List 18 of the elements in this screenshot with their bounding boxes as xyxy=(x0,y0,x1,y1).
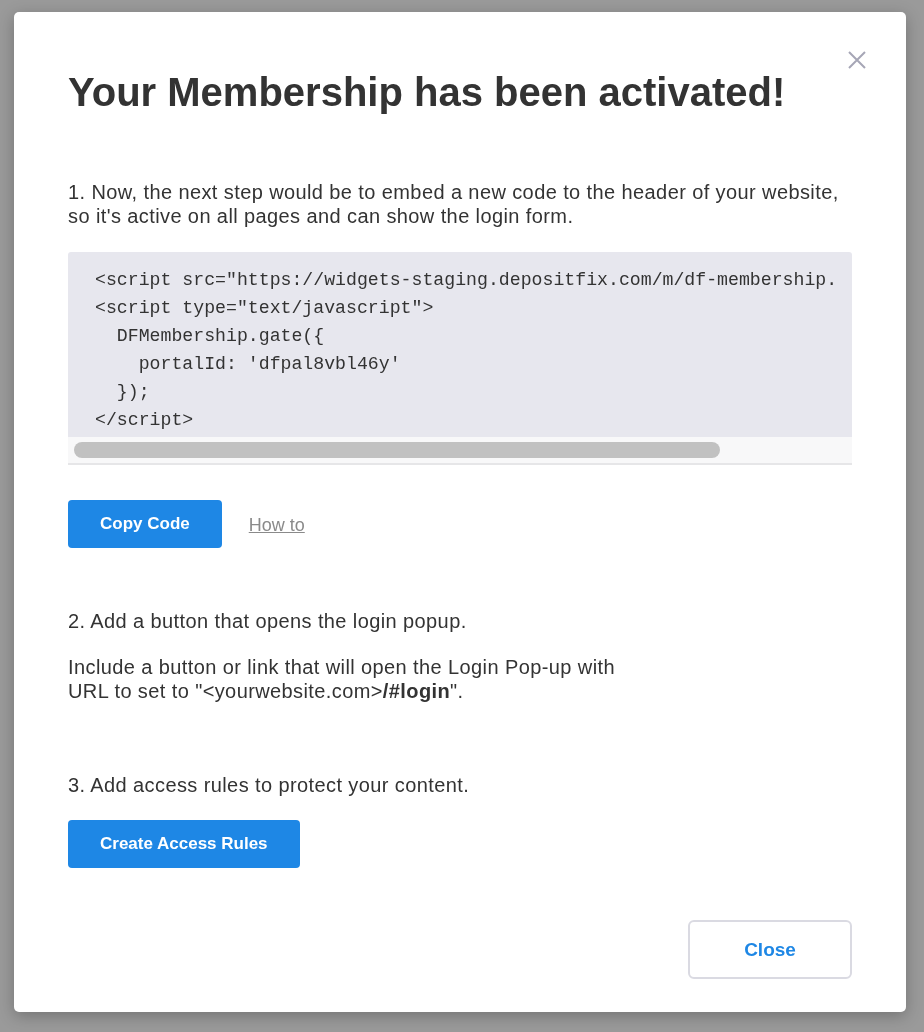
dialog-title: Your Membership has been activated! xyxy=(68,69,786,115)
step-text: 3. Add access rules to protect your content. xyxy=(68,773,470,797)
instruction-text: Include a button or link that will open the Login Pop-up with URL to set to "<yourwebsite.com>/#login". xyxy=(68,655,616,703)
code-line: </script> xyxy=(95,409,194,432)
close-button[interactable]: Close xyxy=(688,920,852,979)
scrollbar-thumb[interactable] xyxy=(74,442,720,458)
step-text: 2. Add a button that opens the login popup. xyxy=(68,609,467,633)
code-line: }); xyxy=(115,381,150,404)
how-to-link[interactable]: How to xyxy=(248,514,305,536)
create-access-rules-button[interactable]: Create Access Rules xyxy=(68,820,300,868)
code-line: <script src="https://widgets-staging.depositfix.com/m/df-membership. xyxy=(95,269,838,292)
scrollbar-track[interactable] xyxy=(68,437,852,465)
copy-code-button[interactable]: Copy Code xyxy=(68,500,222,548)
code-line: portalId: 'dfpal8vbl46y' xyxy=(137,353,401,376)
code-line: DFMembership.gate({ xyxy=(115,325,325,348)
close-icon[interactable] xyxy=(848,51,866,69)
code-line: <script type="text/javascript"> xyxy=(95,297,434,320)
step-text: 1. Now, the next step would be to embed a new code to the header of your website, so it's active on all pages and can show the login form. xyxy=(68,180,840,228)
